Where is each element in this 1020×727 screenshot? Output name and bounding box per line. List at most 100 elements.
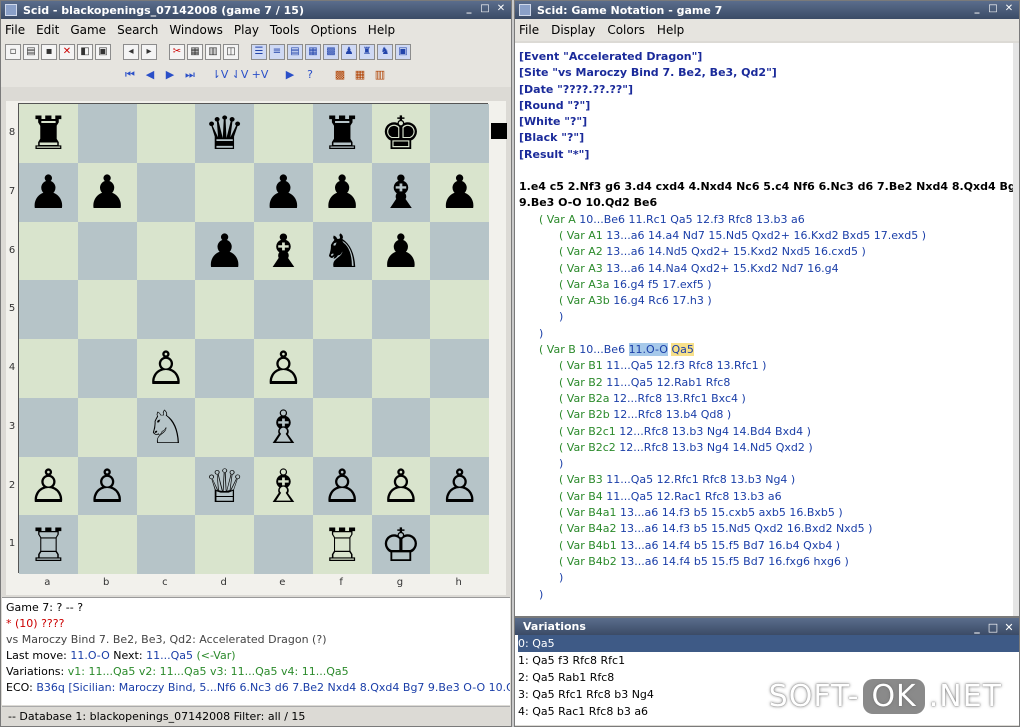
square-g5[interactable] bbox=[371, 280, 431, 339]
tree-icon[interactable]: ▤ bbox=[287, 44, 303, 60]
square-a4[interactable] bbox=[19, 339, 78, 398]
square-h2[interactable]: ♙ bbox=[430, 456, 489, 516]
square-d6[interactable]: ♟ bbox=[195, 221, 254, 281]
menu-game[interactable]: Game bbox=[70, 23, 106, 37]
last-move-link[interactable]: 11.O-O bbox=[70, 649, 109, 662]
variation-link-1[interactable]: v1: 11...Qa5 bbox=[68, 665, 136, 678]
square-b2[interactable]: ♙ bbox=[77, 456, 137, 516]
crosstable-icon[interactable]: ▦ bbox=[305, 44, 321, 60]
square-e3[interactable]: ♗ bbox=[254, 397, 313, 457]
variation-item[interactable]: 0: Qa5 bbox=[518, 635, 1019, 652]
square-c1[interactable] bbox=[136, 515, 196, 574]
prev-game-icon[interactable]: ◂ bbox=[123, 44, 139, 60]
square-f1[interactable]: ♖ bbox=[312, 515, 372, 574]
cut-icon[interactable]: ✂ bbox=[169, 44, 185, 60]
eco-icon[interactable]: ♟ bbox=[341, 44, 357, 60]
notation-window-titlebar[interactable]: Scid: Game Notation - game 7 _ □ ✕ bbox=[515, 1, 1019, 19]
menu-help[interactable]: Help bbox=[368, 23, 395, 37]
variation-link-4[interactable]: v4: 11...Qa5 bbox=[278, 665, 349, 678]
menu-tools[interactable]: Tools bbox=[270, 23, 300, 37]
chess-piece[interactable]: ♟ bbox=[204, 228, 245, 274]
notation-menu-colors[interactable]: Colors bbox=[607, 23, 645, 37]
open-file-icon[interactable]: ▤ bbox=[23, 44, 39, 60]
square-g1[interactable]: ♔ bbox=[371, 515, 431, 574]
square-b6[interactable] bbox=[77, 221, 137, 281]
square-c3[interactable]: ♘ bbox=[136, 397, 196, 457]
go-end-icon[interactable]: ⏭ bbox=[181, 66, 199, 84]
variation-line[interactable]: ( Var B2b 12...Rfc8 13.b4 Qd8 ) bbox=[519, 407, 1018, 423]
chess-piece[interactable]: ♖ bbox=[28, 522, 69, 568]
variation-line[interactable]: ( Var A2 13...a6 14.Nd5 Qxd2+ 15.Kxd2 Nx… bbox=[519, 244, 1018, 260]
eco-link[interactable]: B36q [Sicilian: Maroczy Bind, 5...Nf6 6.… bbox=[36, 681, 510, 694]
square-c2[interactable] bbox=[136, 456, 196, 516]
variation-link-2[interactable]: v2: 11...Qa5 bbox=[135, 665, 207, 678]
autoplay-icon[interactable]: ▩ bbox=[331, 66, 349, 84]
square-a6[interactable] bbox=[19, 221, 78, 281]
maximize-icon[interactable]: □ bbox=[478, 3, 492, 16]
square-b5[interactable] bbox=[77, 280, 137, 339]
trial-mode-icon[interactable]: ▦ bbox=[351, 66, 369, 84]
chess-piece[interactable]: ♙ bbox=[380, 463, 421, 509]
chess-piece[interactable]: ♙ bbox=[87, 463, 128, 509]
square-f4[interactable] bbox=[312, 339, 372, 398]
chess-piece[interactable]: ♘ bbox=[145, 404, 186, 450]
chess-piece[interactable]: ♙ bbox=[439, 463, 480, 509]
variation-link-3[interactable]: v3: 11...Qa5 bbox=[206, 665, 278, 678]
chess-piece[interactable]: ♟ bbox=[439, 169, 480, 215]
variation-line[interactable]: ( Var B4b1 13...a6 14.f4 b5 15.f5 Bd7 16… bbox=[519, 538, 1018, 554]
square-d3[interactable] bbox=[195, 397, 254, 457]
new-game-icon[interactable]: ◫ bbox=[223, 44, 239, 60]
variation-line[interactable]: ( Var B3 11...Qa5 12.Rfc1 Rfc8 13.b3 Ng4… bbox=[519, 472, 1018, 488]
next-game-icon[interactable]: ▸ bbox=[141, 44, 157, 60]
square-e1[interactable] bbox=[254, 515, 313, 574]
square-f8[interactable]: ♜ bbox=[312, 104, 372, 163]
square-c6[interactable] bbox=[136, 221, 196, 281]
square-a3[interactable] bbox=[19, 397, 78, 457]
variation-line[interactable]: ( Var B1 11...Qa5 12.f3 Rfc8 13.Rfc1 ) bbox=[519, 358, 1018, 374]
square-h1[interactable] bbox=[430, 515, 489, 574]
menu-edit[interactable]: Edit bbox=[36, 23, 59, 37]
chess-piece[interactable]: ♗ bbox=[263, 404, 304, 450]
square-h6[interactable] bbox=[430, 221, 489, 281]
variation-line[interactable]: ( Var A1 13...a6 14.a4 Nd7 15.Nd5 Qxd2+ … bbox=[519, 228, 1018, 244]
chess-piece[interactable]: ♞ bbox=[322, 228, 363, 274]
chess-piece[interactable]: ♚ bbox=[380, 110, 421, 156]
variation-line[interactable]: ( Var B2a 12...Rfc8 13.Rfc1 Bxc4 ) bbox=[519, 391, 1018, 407]
notation-text[interactable]: [Event "Accelerated Dragon"] [Site "vs M… bbox=[515, 43, 1018, 616]
square-b3[interactable] bbox=[77, 397, 137, 457]
minimize-icon[interactable]: _ bbox=[462, 3, 476, 16]
coords-icon[interactable]: ? bbox=[301, 66, 319, 84]
square-g2[interactable]: ♙ bbox=[371, 456, 431, 516]
chess-piece[interactable]: ♟ bbox=[380, 228, 421, 274]
chess-piece[interactable]: ♜ bbox=[28, 110, 69, 156]
square-b1[interactable] bbox=[77, 515, 137, 574]
chess-piece[interactable]: ♛ bbox=[204, 110, 245, 156]
finder-icon[interactable]: ◧ bbox=[77, 44, 93, 60]
square-g3[interactable] bbox=[371, 397, 431, 457]
chess-piece[interactable]: ♔ bbox=[380, 522, 421, 568]
next-var-link[interactable]: (<-Var) bbox=[193, 649, 235, 662]
copy-icon[interactable]: ▦ bbox=[187, 44, 203, 60]
square-e7[interactable]: ♟ bbox=[254, 162, 313, 222]
square-g4[interactable] bbox=[371, 339, 431, 398]
square-f7[interactable]: ♟ bbox=[312, 162, 372, 222]
square-c4[interactable]: ♙ bbox=[136, 339, 196, 398]
variation-line[interactable]: ( Var B4a1 13...a6 14.f3 b5 15.cxb5 axb5… bbox=[519, 505, 1018, 521]
square-a1[interactable]: ♖ bbox=[19, 515, 78, 574]
square-e2[interactable]: ♗ bbox=[254, 456, 313, 516]
square-h7[interactable]: ♟ bbox=[430, 162, 489, 222]
chess-piece[interactable]: ♟ bbox=[28, 169, 69, 215]
chess-piece[interactable]: ♟ bbox=[87, 169, 128, 215]
square-g8[interactable]: ♚ bbox=[371, 104, 431, 163]
next-move-link[interactable]: 11...Qa5 bbox=[146, 649, 193, 662]
square-e4[interactable]: ♙ bbox=[254, 339, 313, 398]
variation-line[interactable]: ( Var A3b 16.g4 Rc6 17.h3 ) bbox=[519, 293, 1018, 309]
menu-search[interactable]: Search bbox=[117, 23, 158, 37]
add-var-icon[interactable]: +V bbox=[251, 66, 269, 84]
square-c8[interactable] bbox=[136, 104, 196, 163]
chess-piece[interactable]: ♜ bbox=[322, 110, 363, 156]
go-start-icon[interactable]: ⏮ bbox=[121, 66, 139, 84]
variation-line[interactable]: ( Var B4 11...Qa5 12.Rac1 Rfc8 13.b3 a6 bbox=[519, 489, 1018, 505]
square-h3[interactable] bbox=[430, 397, 489, 457]
chess-piece[interactable]: ♙ bbox=[322, 463, 363, 509]
